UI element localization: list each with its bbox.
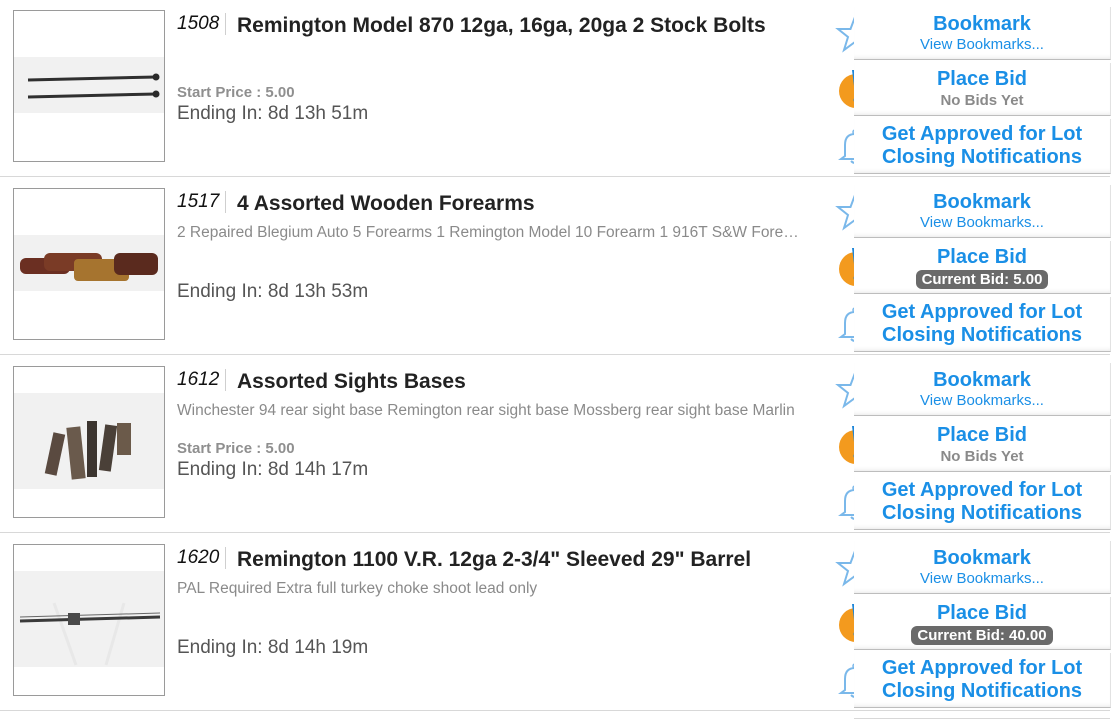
closing-notifications-button[interactable]: Get Approved for Lot Closing Notificatio… xyxy=(854,297,1111,352)
lot-number: 1517 xyxy=(177,191,227,213)
notify-label[interactable]: Get Approved for Lot Closing Notificatio… xyxy=(854,297,1110,347)
ending-time: Ending In: 8d 14h 17m xyxy=(177,459,369,480)
bookmark-label[interactable]: Bookmark xyxy=(854,185,1110,214)
place-bid-button[interactable]: Place Bid Current Bid: 40.00 xyxy=(854,597,1111,650)
notify-label[interactable]: Get Approved for Lot Closing Notificatio… xyxy=(854,119,1110,169)
view-bookmarks-link[interactable]: View Bookmarks... xyxy=(854,570,1110,588)
lot-row: 1517 4 Assorted Wooden Forearms 2 Repair… xyxy=(0,178,1111,355)
notify-label[interactable]: Get Approved for Lot Closing Notificatio… xyxy=(854,475,1110,525)
bookmark-button[interactable]: Bookmark View Bookmarks... xyxy=(854,185,1111,238)
bookmark-button[interactable]: Bookmark View Bookmarks... xyxy=(854,541,1111,594)
place-bid-button[interactable]: Place Bid No Bids Yet xyxy=(854,419,1111,472)
lot-row: 1612 Assorted Sights Bases Winchester 94… xyxy=(0,356,1111,533)
lot-description: Winchester 94 rear sight base Remington … xyxy=(177,402,795,419)
closing-notifications-button[interactable]: Get Approved for Lot Closing Notificatio… xyxy=(854,653,1111,708)
lot-actions: Bookmark View Bookmarks... Place Bid No … xyxy=(833,0,1111,176)
view-bookmarks-link[interactable]: View Bookmarks... xyxy=(854,36,1110,54)
lot-thumbnail[interactable] xyxy=(13,188,165,340)
lot-thumbnail[interactable] xyxy=(13,10,165,162)
ending-time: Ending In: 8d 13h 53m xyxy=(177,281,369,302)
closing-notifications-button[interactable]: Get Approved for Lot Closing Notificatio… xyxy=(854,119,1111,174)
lot-number: 1620 xyxy=(177,547,227,569)
lot-number: 1612 xyxy=(177,369,227,391)
next-row-top-edge xyxy=(854,718,1110,723)
place-bid-label[interactable]: Place Bid xyxy=(854,63,1110,91)
lot-thumbnail[interactable] xyxy=(13,366,165,518)
bookmark-label[interactable]: Bookmark xyxy=(854,541,1110,570)
view-bookmarks-link[interactable]: View Bookmarks... xyxy=(854,214,1110,232)
lot-description: PAL Required Extra full turkey choke sho… xyxy=(177,580,538,597)
lot-row: 1620 Remington 1100 V.R. 12ga 2-3/4" Sle… xyxy=(0,534,1111,711)
lot-thumbnail[interactable] xyxy=(13,544,165,696)
barrel-image xyxy=(19,602,161,666)
lot-description: 2 Repaired Blegium Auto 5 Forearms 1 Rem… xyxy=(177,224,807,241)
lot-title[interactable]: 4 Assorted Wooden Forearms xyxy=(237,192,535,216)
notify-label[interactable]: Get Approved for Lot Closing Notificatio… xyxy=(854,653,1110,703)
bid-status: No Bids Yet xyxy=(940,448,1024,465)
start-price: Start Price : 5.00 xyxy=(177,440,295,457)
lot-number: 1508 xyxy=(177,13,227,35)
place-bid-label[interactable]: Place Bid xyxy=(854,419,1110,447)
sight-bases-image xyxy=(44,421,131,480)
place-bid-button[interactable]: Place Bid Current Bid: 5.00 xyxy=(854,241,1111,294)
bookmark-button[interactable]: Bookmark View Bookmarks... xyxy=(854,7,1111,60)
lot-actions: Bookmark View Bookmarks... Place Bid Cur… xyxy=(833,178,1111,354)
bid-status: No Bids Yet xyxy=(940,92,1024,109)
closing-notifications-button[interactable]: Get Approved for Lot Closing Notificatio… xyxy=(854,475,1111,530)
bookmark-label[interactable]: Bookmark xyxy=(854,363,1110,392)
lot-title[interactable]: Remington 1100 V.R. 12ga 2-3/4" Sleeved … xyxy=(237,548,751,572)
bookmark-label[interactable]: Bookmark xyxy=(854,7,1110,36)
place-bid-label[interactable]: Place Bid xyxy=(854,241,1110,269)
ending-time: Ending In: 8d 14h 19m xyxy=(177,637,369,658)
view-bookmarks-link[interactable]: View Bookmarks... xyxy=(854,392,1110,410)
start-price: Start Price : 5.00 xyxy=(177,84,295,101)
bookmark-button[interactable]: Bookmark View Bookmarks... xyxy=(854,363,1111,416)
place-bid-button[interactable]: Place Bid No Bids Yet xyxy=(854,63,1111,116)
wooden-forearms-image xyxy=(20,253,158,281)
lot-title[interactable]: Remington Model 870 12ga, 16ga, 20ga 2 S… xyxy=(237,14,766,38)
lot-row: 1508 Remington Model 870 12ga, 16ga, 20g… xyxy=(0,0,1111,177)
lot-actions: Bookmark View Bookmarks... Place Bid No … xyxy=(833,356,1111,532)
lot-actions: Bookmark View Bookmarks... Place Bid Cur… xyxy=(833,534,1111,710)
ending-time: Ending In: 8d 13h 51m xyxy=(177,103,369,124)
lot-title[interactable]: Assorted Sights Bases xyxy=(237,370,466,394)
place-bid-label[interactable]: Place Bid xyxy=(854,597,1110,625)
current-bid-badge: Current Bid: 5.00 xyxy=(915,270,1049,289)
current-bid-badge: Current Bid: 40.00 xyxy=(911,626,1053,645)
stock-bolts-image xyxy=(27,73,160,99)
